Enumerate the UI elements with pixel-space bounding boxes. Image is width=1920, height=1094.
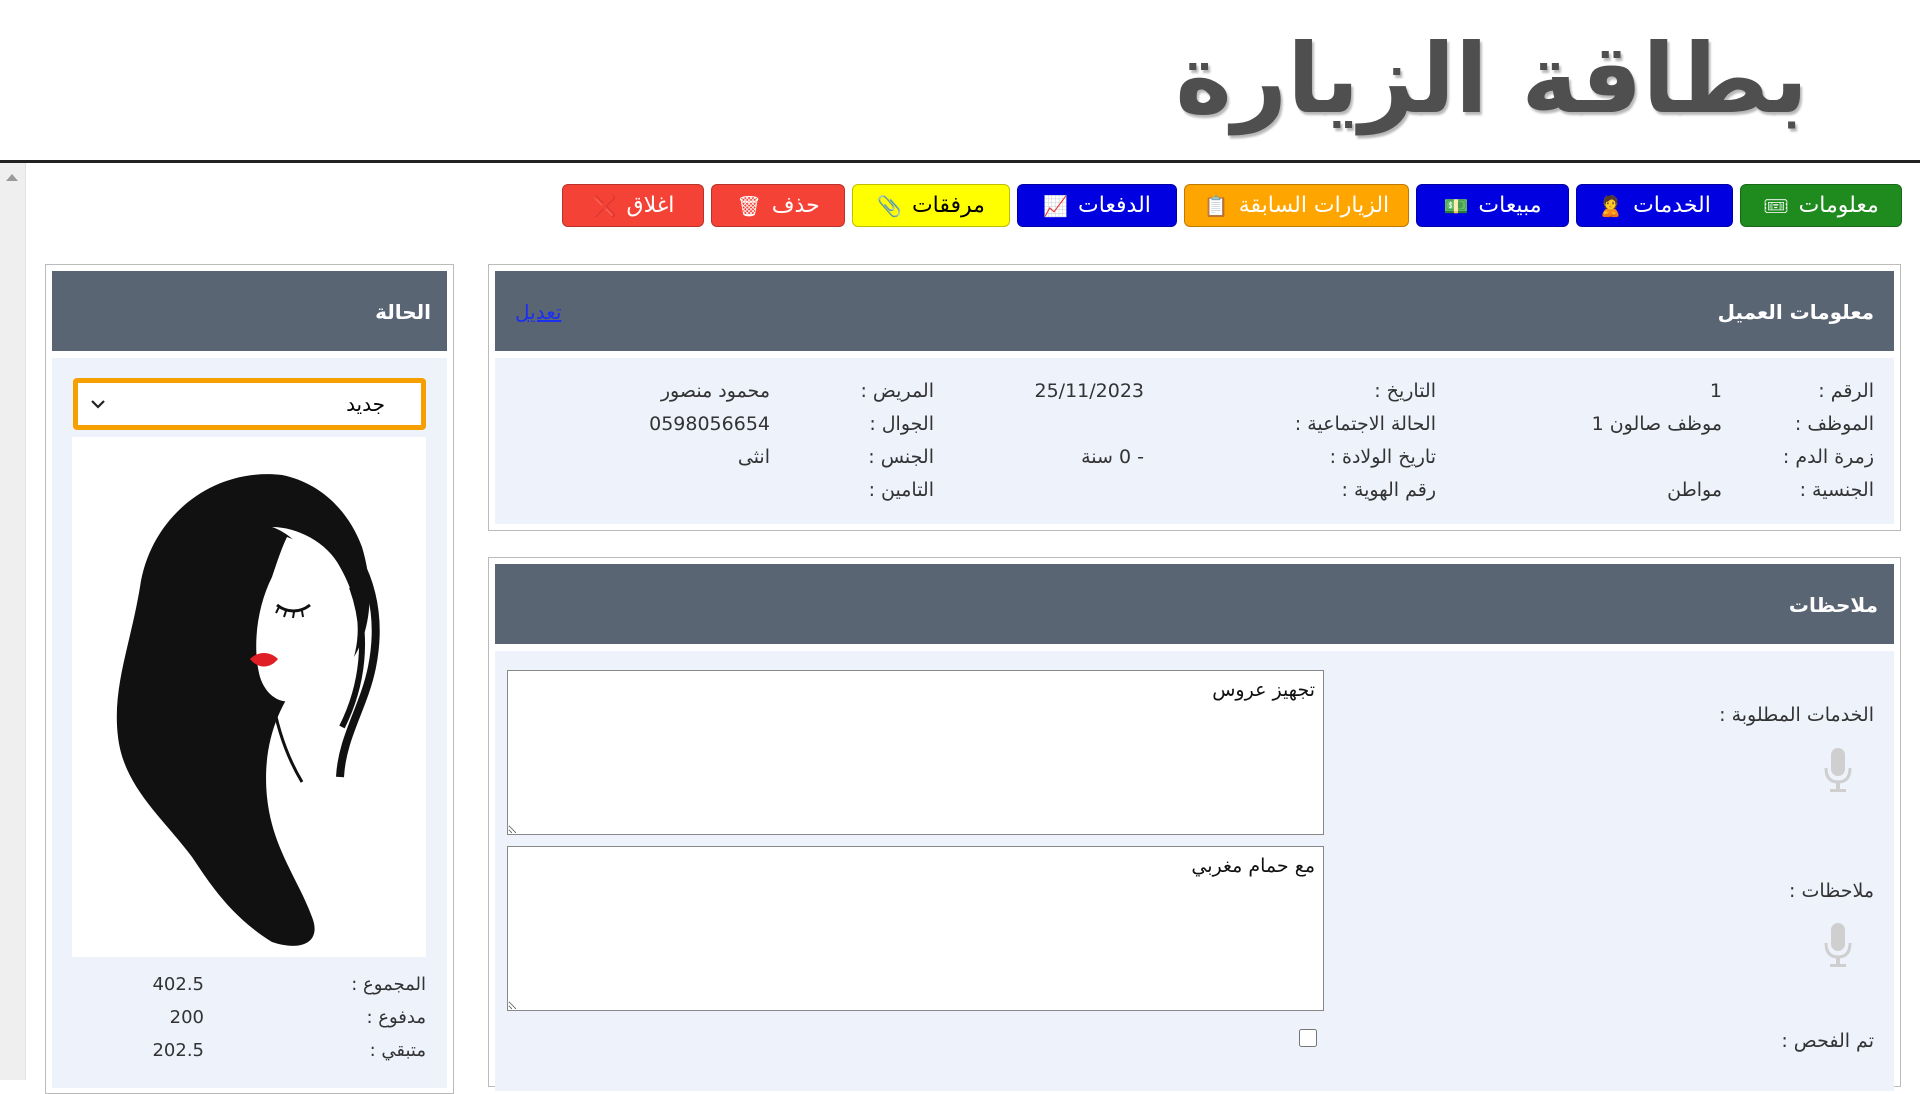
ticket-icon: 🎟 xyxy=(1763,193,1789,218)
date-value: 25/11/2023 xyxy=(1034,380,1144,402)
employee-value: موظف صالون 1 xyxy=(1591,413,1722,435)
client-info-header: معلومات العميل تعديل xyxy=(495,271,1894,351)
status-selected-value: جديد xyxy=(346,392,385,416)
nationality-label: الجنسية : xyxy=(1799,479,1874,501)
close-button[interactable]: اغلاق ❌ xyxy=(562,184,704,227)
birth-date-label: تاريخ الولادة : xyxy=(1329,446,1436,468)
client-info-panel: معلومات العميل تعديل الرقم : 1 التاريخ :… xyxy=(488,264,1901,531)
trash-icon: 🗑 xyxy=(736,193,762,218)
marital-status-label: الحالة الاجتماعية : xyxy=(1294,413,1436,435)
services-button[interactable]: الخدمات 🙎 xyxy=(1576,184,1733,227)
paid-label: مدفوع : xyxy=(366,1007,426,1028)
birth-date-value: - 0 سنة xyxy=(1081,446,1144,468)
paperclip-icon: 📎 xyxy=(877,193,902,218)
attachments-button[interactable]: مرفقات 📎 xyxy=(852,184,1010,227)
client-portrait xyxy=(72,437,426,957)
notes-field[interactable] xyxy=(507,846,1324,1011)
toolbar: معلومات 🎟 الخدمات 🙎 مبيعات 💵 الزيارات ال… xyxy=(562,184,1902,227)
microphone-icon[interactable] xyxy=(1818,921,1858,971)
patient-value: محمود منصور xyxy=(660,380,770,402)
total-value: 402.5 xyxy=(152,974,204,995)
date-label: التاريخ : xyxy=(1374,380,1436,402)
gender-value: انثى xyxy=(737,446,770,468)
notes-title: ملاحظات xyxy=(1788,593,1878,617)
paid-value: 200 xyxy=(169,1007,204,1028)
scrollbar[interactable] xyxy=(0,163,26,1080)
previous-visits-button-label: الزيارات السابقة xyxy=(1238,193,1390,218)
services-button-label: الخدمات xyxy=(1633,193,1711,218)
checked-label: تم الفحص : xyxy=(1781,1030,1874,1052)
number-label: الرقم : xyxy=(1818,380,1874,402)
required-services-field[interactable] xyxy=(507,670,1324,835)
patient-label: المريض : xyxy=(860,380,934,402)
status-dropdown[interactable]: جديد xyxy=(73,378,426,430)
insurance-label: التامين : xyxy=(868,479,934,501)
client-info-body: الرقم : 1 التاريخ : 25/11/2023 المريض : … xyxy=(495,358,1894,524)
close-button-label: اغلاق xyxy=(626,193,675,218)
status-header: الحالة xyxy=(52,271,447,351)
notes-label: ملاحظات : xyxy=(1789,880,1874,902)
required-services-label: الخدمات المطلوبة : xyxy=(1719,704,1874,726)
status-title: الحالة xyxy=(375,300,431,324)
mobile-label: الجوال : xyxy=(869,413,934,435)
person-icon: 🙎 xyxy=(1598,193,1624,218)
attachments-button-label: مرفقات xyxy=(911,193,985,218)
woman-portrait-icon xyxy=(72,437,426,957)
page-title: بطاقة الزيارة xyxy=(1175,23,1808,135)
remaining-label: متبقي : xyxy=(369,1040,426,1061)
microphone-icon[interactable] xyxy=(1818,746,1858,796)
payments-button-label: الدفعات xyxy=(1078,193,1151,218)
close-icon: ❌ xyxy=(591,193,617,218)
checked-checkbox[interactable] xyxy=(1299,1029,1317,1047)
gender-label: الجنس : xyxy=(868,446,934,468)
edit-link[interactable]: تعديل xyxy=(515,300,561,324)
money-icon: 💵 xyxy=(1443,193,1469,218)
title-divider xyxy=(0,160,1920,163)
delete-button-label: حذف xyxy=(771,193,820,218)
payments-button[interactable]: الدفعات 📈 xyxy=(1017,184,1177,227)
chart-icon: 📈 xyxy=(1043,193,1068,218)
blood-type-label: زمرة الدم : xyxy=(1782,446,1874,468)
previous-visits-button[interactable]: الزيارات السابقة 📋 xyxy=(1184,184,1409,227)
sales-button[interactable]: مبيعات 💵 xyxy=(1416,184,1569,227)
info-button[interactable]: معلومات 🎟 xyxy=(1740,184,1902,227)
sales-button-label: مبيعات xyxy=(1478,193,1542,218)
employee-label: الموظف : xyxy=(1794,413,1874,435)
notes-header: ملاحظات xyxy=(495,564,1894,644)
remaining-value: 202.5 xyxy=(152,1040,204,1061)
info-button-label: معلومات xyxy=(1798,193,1879,218)
scroll-up-arrow-icon[interactable] xyxy=(6,174,18,181)
clipboard-icon: 📋 xyxy=(1203,193,1229,218)
nationality-value: مواطن xyxy=(1667,479,1722,501)
client-info-title: معلومات العميل xyxy=(1717,300,1874,324)
delete-button[interactable]: حذف 🗑 xyxy=(711,184,845,227)
total-label: المجموع : xyxy=(351,974,426,995)
mobile-value: 0598056654 xyxy=(649,413,770,435)
id-number-label: رقم الهوية : xyxy=(1341,479,1437,501)
number-value: 1 xyxy=(1709,380,1722,402)
chevron-down-icon xyxy=(91,400,105,409)
